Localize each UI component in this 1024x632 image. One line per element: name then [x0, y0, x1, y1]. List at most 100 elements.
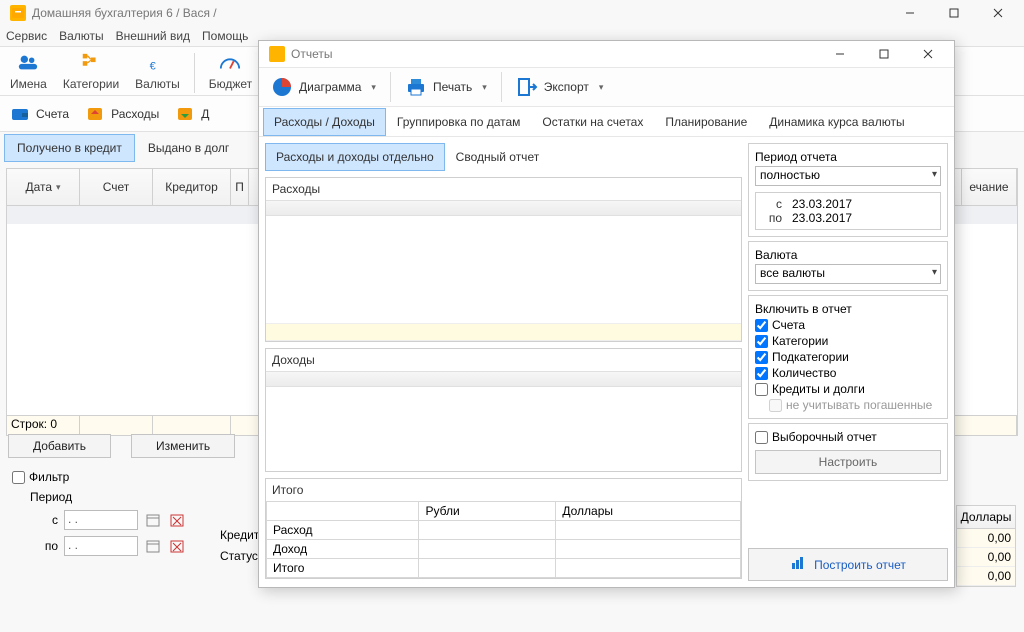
col-creditor[interactable]: Кредитор	[153, 169, 231, 205]
names-label: Имена	[10, 77, 47, 91]
income-panel: Доходы	[265, 348, 742, 472]
categories-button[interactable]: Категории	[59, 49, 123, 93]
include-label: Включить в отчет	[755, 302, 941, 316]
dlg-close-button[interactable]	[906, 41, 950, 67]
expense-icon	[85, 104, 105, 124]
incomes-section[interactable]: Д	[175, 104, 209, 124]
euro-icon: €	[145, 51, 169, 75]
totals-peek: Доллары 0,00 0,00 0,00	[956, 505, 1016, 587]
accounts-label: Счета	[36, 107, 69, 121]
accounts-section[interactable]: Счета	[10, 104, 69, 124]
row-total: Итого	[267, 559, 419, 578]
export-label: Экспорт	[544, 80, 589, 94]
expenses-panel-title: Расходы	[266, 178, 741, 200]
bar-chart-icon	[790, 555, 806, 574]
col-date[interactable]: Дата▾	[7, 169, 80, 205]
main-titlebar: Домашняя бухгалтерия 6 / Вася /	[0, 0, 1024, 26]
dlg-minimize-button[interactable]	[818, 41, 862, 67]
printer-icon	[405, 76, 427, 98]
dlg-maximize-button[interactable]	[862, 41, 906, 67]
currency-label: Валюта	[755, 248, 941, 262]
period-label: Период отчета	[755, 150, 941, 164]
col-note[interactable]: ечание	[962, 169, 1017, 205]
export-icon	[516, 76, 538, 98]
build-label: Построить отчет	[814, 558, 906, 572]
expenses-label: Расходы	[111, 107, 159, 121]
print-label: Печать	[433, 80, 472, 94]
period-to-label: по	[764, 211, 782, 225]
app-icon	[10, 5, 26, 21]
filter-label: Фильтр	[29, 470, 69, 484]
edit-button[interactable]: Изменить	[131, 434, 235, 458]
tree-icon	[79, 51, 103, 75]
subtab-separate[interactable]: Расходы и доходы отдельно	[265, 143, 445, 171]
tab-rate-dynamics[interactable]: Динамика курса валюты	[758, 108, 915, 136]
close-button[interactable]	[976, 0, 1020, 26]
tab-expenses-income[interactable]: Расходы / Доходы	[263, 108, 386, 136]
tab-received-credit[interactable]: Получено в кредит	[4, 134, 135, 162]
menu-currencies[interactable]: Валюты	[59, 29, 104, 43]
total-panel: Итого РублиДоллары Расход Доход Итого	[265, 478, 742, 579]
reports-icon	[269, 46, 285, 62]
col-account[interactable]: Счет	[80, 169, 153, 205]
date-from-input[interactable]: . .	[64, 510, 138, 530]
peek-value: 0,00	[957, 529, 1015, 548]
include-subcategories[interactable]: Подкатегории	[755, 350, 941, 364]
toolbar-separator	[194, 53, 195, 93]
reports-title: Отчеты	[291, 47, 332, 61]
wallet-icon	[10, 104, 30, 124]
tab-balances[interactable]: Остатки на счетах	[531, 108, 654, 136]
period-to-value: 23.03.2017	[792, 211, 852, 225]
expenses-section[interactable]: Расходы	[85, 104, 159, 124]
from-label: с	[30, 513, 58, 527]
col-rub: Рубли	[419, 502, 556, 521]
maximize-button[interactable]	[932, 0, 976, 26]
sort-icon: ▾	[56, 182, 61, 193]
subtab-summary[interactable]: Сводный отчет	[445, 143, 551, 171]
chart-button[interactable]: Диаграмма▾	[265, 72, 382, 102]
expenses-list-header	[266, 200, 741, 216]
configure-button[interactable]: Настроить	[755, 450, 941, 474]
menu-help[interactable]: Помощь	[202, 29, 248, 43]
calendar-icon[interactable]	[144, 511, 162, 529]
tab-given-loan[interactable]: Выдано в долг	[135, 134, 242, 162]
print-button[interactable]: Печать▾	[399, 72, 493, 102]
menu-service[interactable]: Сервис	[6, 29, 47, 43]
include-categories[interactable]: Категории	[755, 334, 941, 348]
currency-select[interactable]: все валюты	[755, 264, 941, 284]
budget-button[interactable]: Бюджет	[205, 49, 256, 93]
creditor-filter-label: Кредит	[220, 528, 259, 542]
clear-date-icon[interactable]	[168, 511, 186, 529]
period-select[interactable]: полностью	[755, 166, 941, 186]
people-icon	[16, 51, 40, 75]
expenses-panel: Расходы	[265, 177, 742, 342]
include-quantity[interactable]: Количество	[755, 366, 941, 380]
income-icon	[175, 104, 195, 124]
total-panel-title: Итого	[266, 479, 741, 501]
export-button[interactable]: Экспорт▾	[510, 72, 610, 102]
add-button[interactable]: Добавить	[8, 434, 111, 458]
tab-group-by-date[interactable]: Группировка по датам	[386, 108, 532, 136]
include-accounts[interactable]: Счета	[755, 318, 941, 332]
currencies-button[interactable]: € Валюты	[131, 49, 184, 93]
ignore-paid[interactable]: не учитывать погашенные	[755, 398, 941, 412]
menu-appearance[interactable]: Внешний вид	[116, 29, 190, 43]
selective-report[interactable]: Выборочный отчет	[755, 430, 941, 444]
peek-dollars-header: Доллары	[957, 506, 1015, 529]
build-report-button[interactable]: Построить отчет	[748, 548, 948, 581]
income-list-header	[266, 371, 741, 387]
svg-text:€: €	[150, 60, 156, 72]
chart-label: Диаграмма	[299, 80, 361, 94]
expenses-list[interactable]	[266, 216, 741, 341]
tab-planning[interactable]: Планирование	[654, 108, 758, 136]
include-credits[interactable]: Кредиты и долги	[755, 382, 941, 396]
col-usd: Доллары	[556, 502, 741, 521]
minimize-button[interactable]	[888, 0, 932, 26]
col-partial1[interactable]: П	[231, 169, 249, 205]
toolbar-separator	[501, 72, 502, 102]
incomes-label: Д	[201, 107, 209, 121]
income-list[interactable]	[266, 387, 741, 471]
names-button[interactable]: Имена	[6, 49, 51, 93]
expenses-total-row	[266, 323, 741, 341]
peek-value: 0,00	[957, 548, 1015, 567]
